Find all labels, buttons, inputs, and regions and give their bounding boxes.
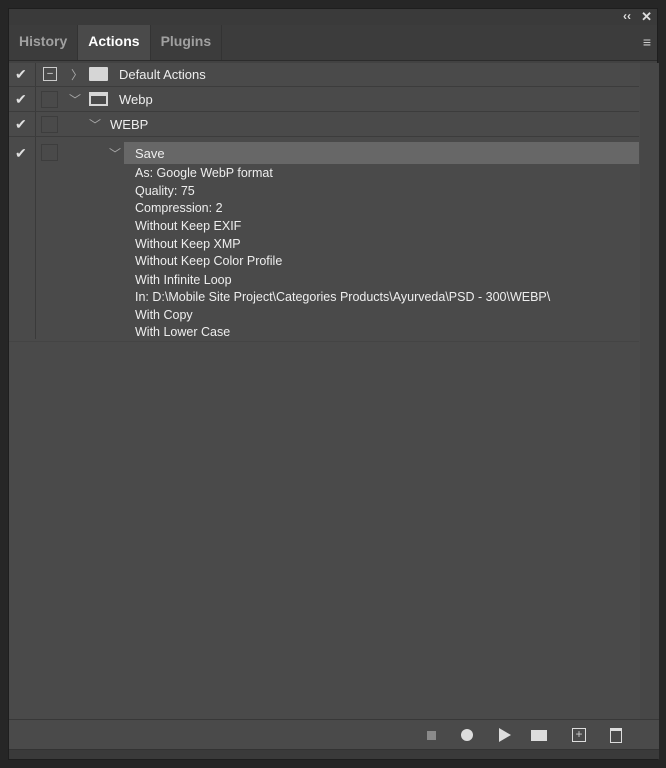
detail-line: With Copy [135, 308, 193, 322]
bottom-toolbar: + [9, 719, 659, 750]
close-icon[interactable]: ✕ [641, 9, 652, 25]
check-icon[interactable]: ✔ [15, 66, 27, 83]
chevron-down-icon[interactable]: ﹀ [89, 116, 101, 133]
detail-line: Without Keep EXIF [135, 219, 242, 233]
row-label: Save [135, 145, 165, 161]
detail-line: With Infinite Loop [135, 273, 232, 287]
new-action-icon[interactable]: + [572, 728, 586, 742]
stop-icon[interactable] [427, 731, 436, 740]
action-set-default[interactable]: ✔ – 〉 Default Actions [9, 63, 639, 87]
detail-line: Without Keep Color Profile [135, 254, 283, 268]
detail-line: Compression: 2 [135, 201, 223, 215]
tab-history[interactable]: History [9, 25, 79, 60]
dialog-toggle[interactable] [41, 144, 58, 161]
resize-grip[interactable] [9, 749, 659, 759]
row-label: Webp [119, 92, 153, 107]
tab-actions[interactable]: Actions [78, 25, 151, 60]
folder-icon [89, 67, 108, 81]
action-set-webp[interactable]: ✔ ﹀ Webp [9, 88, 639, 112]
action-webp[interactable]: ✔ ﹀ WEBP [9, 113, 639, 137]
tab-bar: History Actions Plugins ≡ [9, 25, 657, 61]
actions-list: ✔ – 〉 Default Actions ✔ ﹀ Webp ✔ ﹀ WEBP … [9, 63, 659, 719]
dialog-toggle-icon[interactable]: – [43, 67, 57, 81]
tab-plugins[interactable]: Plugins [151, 25, 223, 60]
command-save[interactable]: ✔ ﹀ Save [9, 141, 639, 165]
detail-line: As: Google WebP format [135, 166, 273, 180]
record-icon[interactable] [461, 729, 473, 741]
detail-line: With Lower Case [135, 325, 231, 339]
dialog-toggle[interactable] [41, 116, 58, 133]
chevron-right-icon[interactable]: 〉 [71, 66, 83, 83]
panel-topbar: ‹‹ ✕ [9, 9, 657, 25]
play-icon[interactable] [499, 728, 511, 742]
collapse-icon[interactable]: ‹‹ [623, 9, 631, 23]
check-icon[interactable]: ✔ [15, 145, 27, 162]
row-label: WEBP [110, 117, 149, 132]
divider [9, 341, 639, 342]
chevron-down-icon[interactable]: ﹀ [69, 91, 81, 108]
row-label: Default Actions [119, 67, 206, 82]
actions-panel: ‹‹ ✕ History Actions Plugins ≡ ✔ – 〉 Def… [8, 8, 659, 760]
detail-line: Without Keep XMP [135, 237, 241, 251]
detail-line: In: D:\Mobile Site Project\Categories Pr… [135, 290, 551, 304]
check-icon[interactable]: ✔ [15, 116, 27, 133]
panel-menu-icon[interactable]: ≡ [643, 34, 651, 50]
folder-open-icon [89, 92, 108, 106]
trash-icon[interactable] [610, 728, 622, 743]
check-icon[interactable]: ✔ [15, 91, 27, 108]
dialog-toggle[interactable] [41, 91, 58, 108]
new-set-icon[interactable] [531, 730, 547, 741]
detail-line: Quality: 75 [135, 184, 195, 198]
chevron-down-icon[interactable]: ﹀ [109, 145, 121, 162]
scrollbar[interactable] [640, 63, 659, 719]
